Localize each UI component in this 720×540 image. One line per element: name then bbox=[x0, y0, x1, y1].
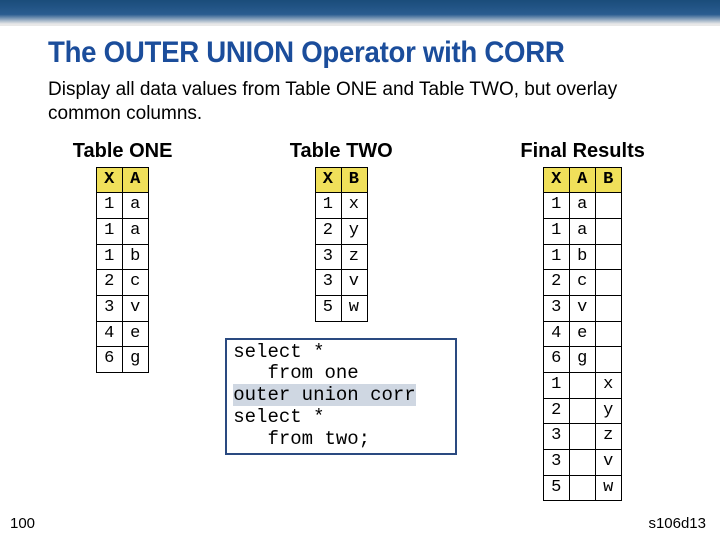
table-row: 3z bbox=[544, 424, 622, 450]
col-header: B bbox=[341, 167, 367, 193]
code-line: from two; bbox=[233, 428, 370, 450]
table-one-label: Table ONE bbox=[48, 140, 197, 163]
table-row: 2y bbox=[315, 218, 367, 244]
slide-subtitle: Display all data values from Table ONE a… bbox=[48, 78, 680, 126]
table-header-row: X B bbox=[315, 167, 367, 193]
table-row: 1a bbox=[97, 218, 149, 244]
table-row: 4e bbox=[97, 321, 149, 347]
table-row: 3v bbox=[315, 270, 367, 296]
table-row: 1b bbox=[97, 244, 149, 270]
table-row: 2y bbox=[544, 398, 622, 424]
col-header: B bbox=[596, 167, 622, 193]
table-row: 1a bbox=[544, 218, 622, 244]
header-bar bbox=[0, 0, 720, 26]
table-row: 1x bbox=[544, 373, 622, 399]
table-one: X A 1a 1a 1b 2c 3v 4e 6g bbox=[96, 167, 149, 374]
code-line: select * bbox=[233, 406, 324, 428]
column-table-one: Table ONE X A 1a 1a 1b 2c 3v 4e 6g bbox=[48, 140, 197, 374]
table-row: 1x bbox=[315, 193, 367, 219]
table-row: 6g bbox=[97, 347, 149, 373]
col-header: A bbox=[123, 167, 149, 193]
table-row: 5w bbox=[544, 475, 622, 501]
col-header: A bbox=[570, 167, 596, 193]
table-row: 2c bbox=[544, 270, 622, 296]
page-number: 100 bbox=[10, 515, 35, 532]
table-header-row: X A B bbox=[544, 167, 622, 193]
table-final-results: X A B 1a 1a 1b 2c 3v 4e 6g 1x 2y 3z 3v 5… bbox=[543, 167, 622, 502]
table-row: 1a bbox=[544, 193, 622, 219]
final-results-label: Final Results bbox=[485, 140, 680, 163]
slide-title: The OUTER UNION Operator with CORR bbox=[48, 36, 629, 70]
table-two: X B 1x 2y 3z 3v 5w bbox=[315, 167, 368, 322]
table-header-row: X A bbox=[97, 167, 149, 193]
col-header: X bbox=[544, 167, 570, 193]
table-row: 3v bbox=[544, 295, 622, 321]
sql-code-block: select * from one outer union corr selec… bbox=[225, 338, 457, 455]
table-row: 5w bbox=[315, 295, 367, 321]
code-line: from one bbox=[233, 362, 358, 384]
code-line: select * bbox=[233, 341, 324, 363]
col-header: X bbox=[315, 167, 341, 193]
table-row: 2c bbox=[97, 270, 149, 296]
content-columns: Table ONE X A 1a 1a 1b 2c 3v 4e 6g Table… bbox=[48, 140, 680, 502]
table-row: 1a bbox=[97, 193, 149, 219]
column-table-two: Table TWO X B 1x 2y 3z 3v 5w select * fr… bbox=[225, 140, 457, 455]
slide-id: s106d13 bbox=[648, 515, 706, 532]
table-row: 1b bbox=[544, 244, 622, 270]
column-final-results: Final Results X A B 1a 1a 1b 2c 3v 4e 6g… bbox=[485, 140, 680, 502]
table-two-label: Table TWO bbox=[225, 140, 457, 163]
code-line-highlight: outer union corr bbox=[233, 384, 415, 406]
table-row: 3v bbox=[544, 450, 622, 476]
table-row: 3z bbox=[315, 244, 367, 270]
table-row: 4e bbox=[544, 321, 622, 347]
table-row: 6g bbox=[544, 347, 622, 373]
col-header: X bbox=[97, 167, 123, 193]
table-row: 3v bbox=[97, 295, 149, 321]
